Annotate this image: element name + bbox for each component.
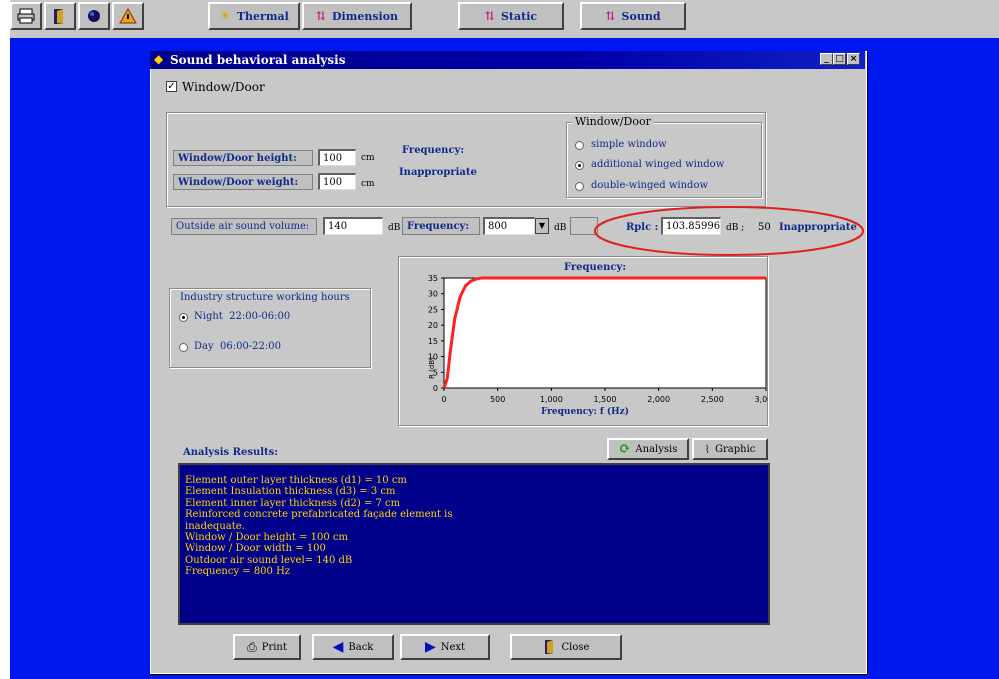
sound-button[interactable]: ⇅ Sound bbox=[580, 2, 686, 30]
minimize-button[interactable]: _ bbox=[820, 53, 833, 65]
minimize-icon: _ bbox=[824, 54, 829, 64]
door-icon bbox=[544, 640, 553, 654]
door-toolbar-button[interactable] bbox=[44, 2, 76, 30]
print-toolbar-button[interactable] bbox=[10, 2, 42, 30]
results-line: Element Insulation thickness (d3) = 3 cm bbox=[185, 486, 396, 498]
warning-toolbar-button[interactable] bbox=[112, 2, 144, 30]
radio-double-winged-window[interactable] bbox=[575, 182, 584, 191]
frequency-dropdown-button[interactable]: ▼ bbox=[535, 218, 549, 234]
next-arrow-icon: ▶ bbox=[424, 639, 436, 655]
height-label: Window/Door height: bbox=[173, 150, 313, 166]
results-line: Window / Door width = 100 bbox=[185, 543, 326, 555]
x-tick-label: 500 bbox=[490, 395, 505, 404]
results-line: Reinforced concrete prefabricated façade… bbox=[185, 509, 453, 521]
outside-sound-label: Outside air sound volume: bbox=[171, 218, 317, 235]
height-unit: cm bbox=[361, 153, 375, 163]
checkmark-icon: ✓ bbox=[167, 81, 176, 92]
static-button[interactable]: ⇅ Static bbox=[458, 2, 564, 30]
radio-day[interactable] bbox=[179, 343, 188, 352]
close-window-button[interactable]: × bbox=[847, 53, 860, 65]
x-axis-label: Frequency: f (Hz) bbox=[541, 406, 629, 417]
highlight-ellipse bbox=[594, 206, 864, 256]
frequency-select[interactable]: 800 bbox=[483, 217, 535, 235]
back-button[interactable]: ◀ Back bbox=[312, 634, 394, 660]
radio-label-additional-winged-window: additional winged window bbox=[591, 159, 725, 170]
plot-area bbox=[443, 277, 767, 389]
outside-sound-unit: dB bbox=[388, 223, 401, 233]
results-line: Element outer layer thickness (d1) = 10 … bbox=[185, 475, 407, 486]
weight-label: Window/Door weight: bbox=[173, 174, 313, 190]
radio-additional-winged-window[interactable] bbox=[575, 161, 584, 170]
print-button[interactable]: ⎙ Print bbox=[233, 634, 301, 660]
globe-icon bbox=[88, 10, 100, 22]
outside-sound-input[interactable]: 140 bbox=[323, 217, 383, 235]
close-button[interactable]: Close bbox=[510, 634, 622, 660]
printer-icon: ⎙ bbox=[247, 639, 257, 654]
window-type-group-label: Window/Door bbox=[572, 115, 654, 128]
y-tick-label: 15 bbox=[428, 337, 438, 346]
dimension-frequency-status: Inappropriate bbox=[399, 167, 477, 178]
results-line: Outdoor air sound level= 140 dB bbox=[185, 554, 353, 566]
warning-icon bbox=[119, 8, 137, 24]
y-tick-label: 30 bbox=[428, 290, 438, 299]
printer-icon bbox=[17, 8, 35, 24]
chart-title: Frequency: bbox=[564, 262, 626, 273]
frequency-unit: dB bbox=[554, 223, 567, 233]
y-tick-label: 0 bbox=[433, 384, 438, 393]
x-tick-label: 2,000 bbox=[647, 395, 670, 404]
x-tick-label: 2,500 bbox=[701, 395, 724, 404]
window-door-checkbox[interactable]: ✓ bbox=[166, 81, 177, 92]
x-tick-label: 1,500 bbox=[594, 395, 617, 404]
radio-label-night: Night 22:00-06:00 bbox=[194, 311, 291, 322]
x-tick-label: 1,000 bbox=[540, 395, 563, 404]
results-line: inadequate. bbox=[185, 520, 245, 532]
top-toolbar: ☀ Thermal ⇅ Dimension ⇅ Static ⇅ Sound bbox=[10, 0, 999, 39]
dialog-titlebar[interactable]: ◆ Sound behavioral analysis _ □ × bbox=[150, 51, 865, 69]
y-axis-label: R (dB) bbox=[428, 357, 436, 379]
static-icon: ⇅ bbox=[484, 9, 495, 23]
dialog-title: Sound behavioral analysis bbox=[170, 53, 346, 67]
y-tick-label: 35 bbox=[428, 274, 438, 283]
next-button[interactable]: ▶ Next bbox=[400, 634, 490, 660]
working-hours-label: Industry structure working hours bbox=[180, 292, 350, 303]
back-arrow-icon: ◀ bbox=[332, 639, 344, 655]
results-line: Window / Door height = 100 cm bbox=[185, 532, 348, 544]
radio-simple-window[interactable] bbox=[575, 141, 584, 150]
results-line: Frequency = 800 Hz bbox=[185, 566, 291, 578]
chevron-down-icon: ▼ bbox=[538, 221, 546, 230]
weight-unit: cm bbox=[361, 179, 375, 189]
weight-input[interactable]: 100 bbox=[318, 173, 356, 190]
frequency-chart: 05001,0001,5002,0002,5003,00005101520253… bbox=[428, 262, 768, 417]
globe-toolbar-button[interactable] bbox=[78, 2, 110, 30]
dimension-frequency-label: Frequency: bbox=[402, 145, 465, 156]
app-icon: ◆ bbox=[154, 52, 164, 66]
y-tick-label: 20 bbox=[428, 321, 438, 330]
x-tick-label: 0 bbox=[441, 395, 446, 404]
results-heading: Analysis Results: bbox=[183, 447, 278, 458]
graph-icon: ⌇ bbox=[704, 442, 710, 456]
x-tick-label: 3,000 bbox=[755, 395, 768, 404]
door-icon bbox=[54, 9, 63, 24]
radio-label-simple-window: simple window bbox=[591, 139, 667, 150]
results-panel: Element outer layer thickness (d1) = 10 … bbox=[178, 463, 770, 625]
analysis-button[interactable]: ⟳ Analysis bbox=[607, 438, 689, 460]
radio-night[interactable] bbox=[179, 313, 188, 322]
radio-label-day: Day 06:00-22:00 bbox=[194, 341, 282, 352]
sound-icon: ⇅ bbox=[605, 9, 616, 23]
dimension-button[interactable]: ⇅ Dimension bbox=[302, 2, 412, 30]
y-tick-label: 25 bbox=[428, 305, 438, 314]
radio-label-double-winged-window: double-winged window bbox=[591, 180, 709, 191]
maximize-button[interactable]: □ bbox=[833, 53, 846, 65]
window-door-checkbox-label: Window/Door bbox=[182, 80, 265, 94]
refresh-icon: ⟳ bbox=[618, 441, 631, 457]
maximize-icon: □ bbox=[835, 54, 844, 64]
thermal-button[interactable]: ☀ Thermal bbox=[208, 2, 300, 30]
height-input[interactable]: 100 bbox=[318, 149, 356, 166]
results-line: Element inner layer thickness (d2) = 7 c… bbox=[185, 497, 401, 509]
graphic-button[interactable]: ⌇ Graphic bbox=[692, 438, 768, 460]
close-icon: × bbox=[849, 54, 858, 64]
frequency-select-label: Frequency: bbox=[402, 217, 480, 235]
sun-icon: ☀ bbox=[219, 8, 231, 24]
dimension-icon: ⇅ bbox=[315, 9, 326, 23]
